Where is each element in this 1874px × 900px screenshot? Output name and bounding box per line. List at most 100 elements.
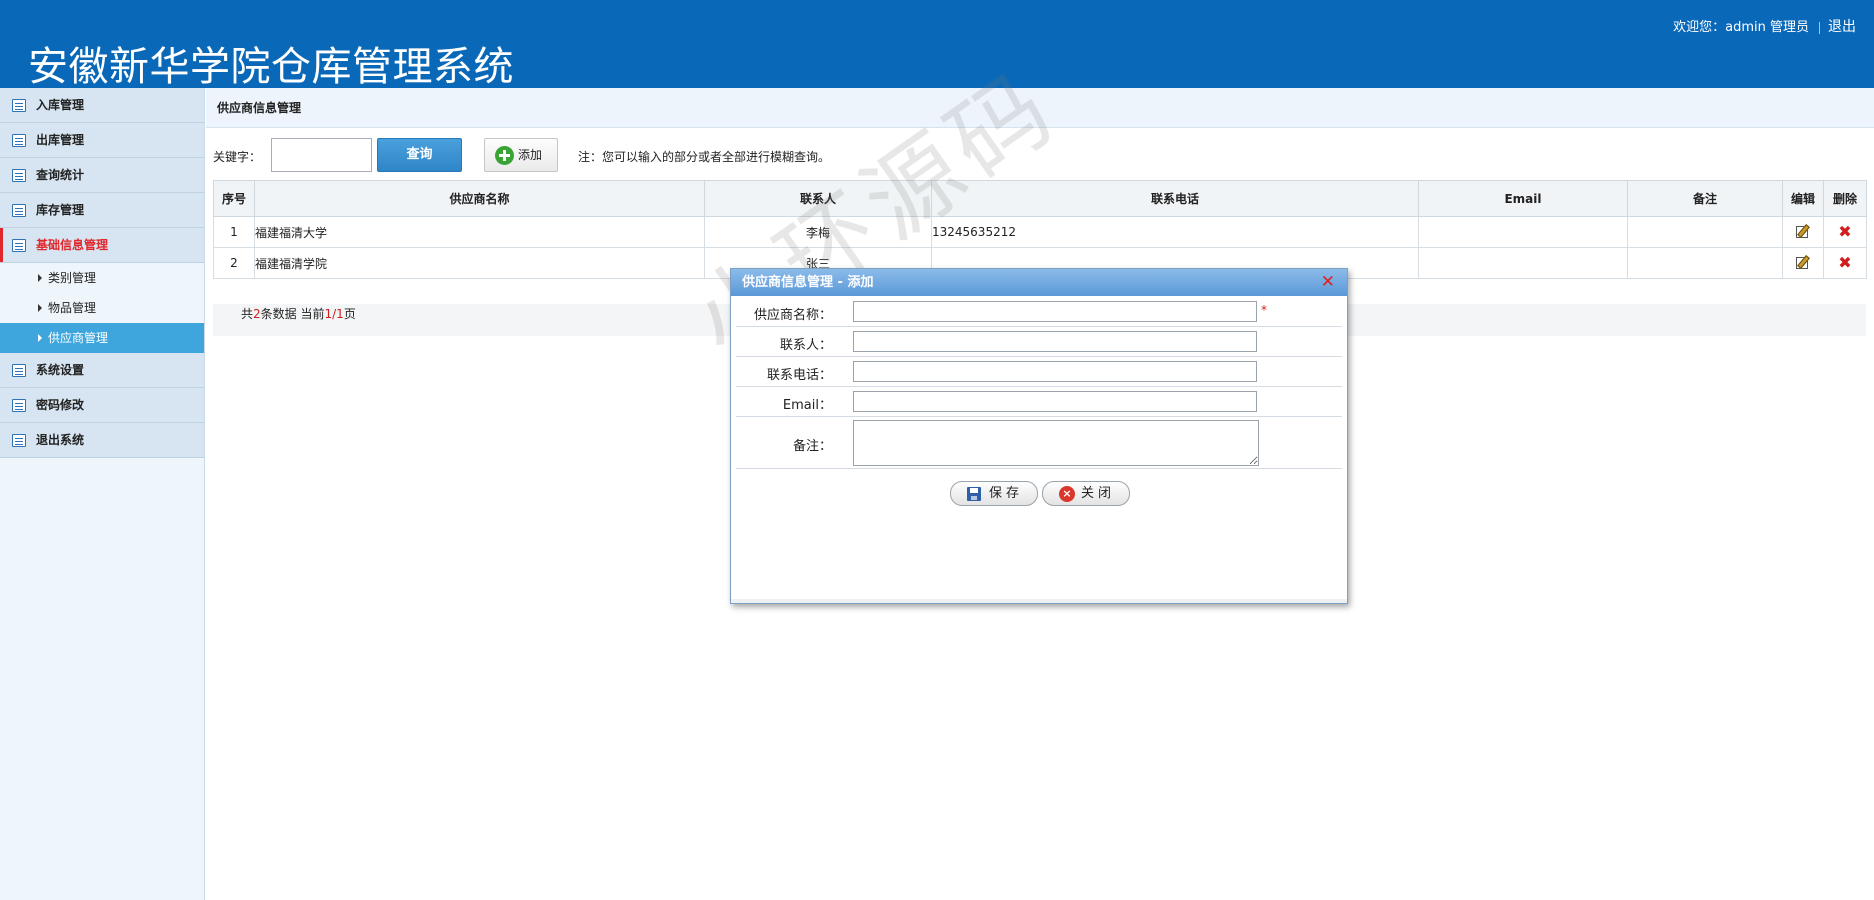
save-icon bbox=[967, 487, 981, 501]
sidebar-subitem-supplier[interactable]: 供应商管理 bbox=[0, 323, 204, 353]
col-header-delete: 删除 bbox=[1823, 180, 1867, 217]
close-circle-icon: × bbox=[1059, 486, 1075, 502]
supplier-table: 序号 供应商名称 联系人 联系电话 Email 备注 编辑 删除 1 福建福清大… bbox=[213, 180, 1867, 279]
sidebar-item-label: 密码修改 bbox=[36, 398, 85, 412]
col-header-edit: 编辑 bbox=[1782, 180, 1824, 217]
query-button[interactable]: 查询 bbox=[377, 138, 462, 172]
keyword-label: 关键字： bbox=[213, 150, 262, 164]
sidebar: 入库管理 出库管理 查询统计 库存管理 基础信息管理 类别管理 物品管理 供应商… bbox=[0, 88, 205, 900]
sidebar-item-label: 系统设置 bbox=[36, 363, 85, 377]
save-button[interactable]: 保存 bbox=[950, 481, 1038, 506]
cell-email bbox=[1418, 247, 1628, 279]
list-icon bbox=[12, 169, 26, 182]
pager-count: 2 bbox=[253, 307, 261, 321]
caret-right-icon bbox=[38, 334, 42, 342]
sidebar-subitem-label: 物品管理 bbox=[48, 301, 97, 315]
phone-input[interactable] bbox=[853, 361, 1257, 382]
cell-phone: 13245635212 bbox=[931, 216, 1419, 248]
supplier-name-input[interactable] bbox=[853, 301, 1257, 322]
col-header-email: Email bbox=[1418, 180, 1628, 217]
delete-icon[interactable]: ✖ bbox=[1838, 223, 1851, 239]
sidebar-item-stock-in[interactable]: 入库管理 bbox=[0, 88, 204, 123]
pager-mid: 条数据 当前 bbox=[260, 307, 325, 321]
sidebar-item-label: 出库管理 bbox=[36, 133, 85, 147]
sidebar-item-exit[interactable]: 退出系统 bbox=[0, 423, 204, 458]
table-header-row: 序号 供应商名称 联系人 联系电话 Email 备注 编辑 删除 bbox=[213, 180, 1867, 217]
email-field[interactable] bbox=[853, 391, 1257, 412]
form-row-remark: 备注： bbox=[736, 417, 1342, 469]
sidebar-item-label: 基础信息管理 bbox=[36, 238, 109, 252]
cell-remark bbox=[1627, 247, 1783, 279]
dialog-footer bbox=[731, 599, 1347, 603]
cell-email bbox=[1418, 216, 1628, 248]
cell-remark bbox=[1627, 216, 1783, 248]
sidebar-subitem-label: 供应商管理 bbox=[48, 331, 109, 345]
form-row-contact: 联系人： bbox=[736, 327, 1342, 357]
cell-name: 福建福清大学 bbox=[254, 216, 705, 248]
pager-suffix: 页 bbox=[343, 307, 356, 321]
sidebar-item-label: 库存管理 bbox=[36, 203, 85, 217]
sidebar-subitem-category[interactable]: 类别管理 bbox=[0, 263, 204, 293]
sidebar-item-label: 查询统计 bbox=[36, 168, 85, 182]
header-user-area: 欢迎您：admin 管理员 退出 bbox=[1673, 16, 1856, 36]
form-row-supplier-name: 供应商名称： * bbox=[736, 297, 1342, 327]
sidebar-item-stock-out[interactable]: 出库管理 bbox=[0, 123, 204, 158]
search-bar: 关键字： 查询 添加 注：您可以输入的部分或者全部进行模糊查询。 bbox=[206, 136, 1874, 176]
col-header-contact: 联系人 bbox=[704, 180, 932, 217]
edit-icon[interactable] bbox=[1796, 255, 1810, 269]
form-row-phone: 联系电话： bbox=[736, 357, 1342, 387]
close-icon[interactable]: ✕ bbox=[1321, 273, 1335, 291]
cell-edit bbox=[1782, 216, 1824, 248]
sidebar-item-label: 退出系统 bbox=[36, 433, 85, 447]
phone-label: 联系电话： bbox=[766, 368, 832, 383]
col-header-remark: 备注 bbox=[1627, 180, 1783, 217]
keyword-input[interactable] bbox=[271, 138, 372, 172]
caret-right-icon bbox=[38, 304, 42, 312]
email-label: Email： bbox=[782, 398, 832, 413]
sidebar-item-basic-info[interactable]: 基础信息管理 bbox=[0, 228, 204, 263]
close-button-label: 关闭 bbox=[1081, 486, 1116, 501]
list-icon bbox=[12, 134, 26, 147]
list-icon bbox=[12, 434, 26, 447]
remark-textarea[interactable] bbox=[853, 420, 1259, 466]
cell-delete: ✖ bbox=[1823, 247, 1867, 279]
plus-circle-icon bbox=[495, 146, 514, 165]
edit-icon[interactable] bbox=[1796, 224, 1810, 238]
save-button-label: 保存 bbox=[989, 486, 1024, 501]
cell-edit bbox=[1782, 247, 1824, 279]
cell-contact: 李梅 bbox=[704, 216, 932, 248]
app-title: 安徽新华学院仓库管理系统 bbox=[28, 44, 514, 90]
supplier-name-label: 供应商名称： bbox=[753, 308, 832, 323]
dialog-title: 供应商信息管理 - 添加 bbox=[742, 275, 874, 290]
close-button[interactable]: × 关闭 bbox=[1042, 481, 1130, 506]
add-button[interactable]: 添加 bbox=[484, 138, 558, 172]
list-icon bbox=[12, 204, 26, 217]
sidebar-item-inventory[interactable]: 库存管理 bbox=[0, 193, 204, 228]
cell-delete: ✖ bbox=[1823, 216, 1867, 248]
col-header-name: 供应商名称 bbox=[254, 180, 705, 217]
sidebar-item-label: 入库管理 bbox=[36, 98, 85, 112]
delete-icon[interactable]: ✖ bbox=[1838, 254, 1851, 270]
sidebar-subitem-label: 类别管理 bbox=[48, 271, 97, 285]
cell-no: 1 bbox=[213, 216, 255, 248]
search-hint: 注：您可以输入的部分或者全部进行模糊查询。 bbox=[578, 150, 831, 164]
list-icon bbox=[12, 364, 26, 377]
col-header-no: 序号 bbox=[213, 180, 255, 217]
page-title: 供应商信息管理 bbox=[206, 88, 1874, 128]
add-button-label: 添加 bbox=[518, 148, 543, 162]
cell-name: 福建福清学院 bbox=[254, 247, 705, 279]
pager-prefix: 共 bbox=[241, 307, 254, 321]
remark-label: 备注： bbox=[792, 439, 832, 454]
list-icon bbox=[12, 99, 26, 112]
form-row-email: Email： bbox=[736, 387, 1342, 417]
pager-total: 1 bbox=[336, 307, 344, 321]
add-supplier-dialog: 供应商信息管理 - 添加 ✕ 供应商名称： * 联系人： 联系电话： Email… bbox=[730, 268, 1348, 604]
sidebar-item-password[interactable]: 密码修改 bbox=[0, 388, 204, 423]
table-row: 1 福建福清大学 李梅 13245635212 ✖ bbox=[213, 216, 1867, 248]
logout-link[interactable]: 退出 bbox=[1828, 19, 1856, 35]
contact-input[interactable] bbox=[853, 331, 1257, 352]
sidebar-item-query-stats[interactable]: 查询统计 bbox=[0, 158, 204, 193]
sidebar-item-settings[interactable]: 系统设置 bbox=[0, 353, 204, 388]
sidebar-subitem-goods[interactable]: 物品管理 bbox=[0, 293, 204, 323]
list-icon bbox=[12, 399, 26, 412]
